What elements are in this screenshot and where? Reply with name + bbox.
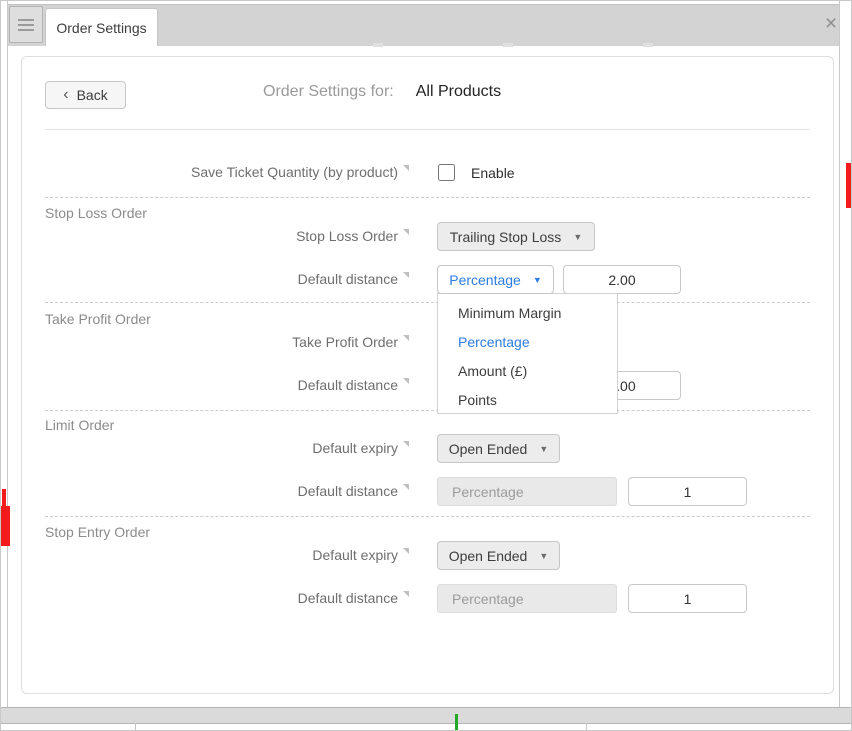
section-title-take-profit: Take Profit Order [45,311,151,327]
back-button-label: Back [77,87,108,103]
stop-loss-distance-input[interactable] [563,265,681,294]
page-title-prefix: Order Settings for: [263,83,394,101]
help-flag-icon [403,165,409,171]
stop-entry-distance-label: Default distance [45,590,409,606]
background-artifact [503,43,513,47]
stop-entry-distance-unit-disabled: Percentage [437,584,617,613]
stop-entry-distance-input[interactable] [628,584,747,613]
window-edge-line [839,1,840,708]
dropdown-option-points[interactable]: Points [438,386,617,415]
background-grid-line [586,723,587,731]
limit-expiry-dropdown[interactable]: Open Ended ▼ [437,434,560,463]
limit-expiry-label: Default expiry [45,440,409,456]
help-flag-icon [403,591,409,597]
stop-loss-order-label: Stop Loss Order [45,228,409,244]
chevron-down-icon: ▼ [533,275,542,285]
help-flag-icon [403,378,409,384]
section-divider [45,410,810,411]
enable-checkbox[interactable] [438,164,455,181]
chevron-left-icon: ‹ [63,87,68,103]
background-grid-line [135,723,136,731]
save-ticket-quantity-label: Save Ticket Quantity (by product) [45,164,409,180]
app-window: Order Settings × ‹ Back Order Settings f… [0,0,852,731]
limit-distance-input[interactable] [628,477,747,506]
help-flag-icon [403,272,409,278]
background-green-marker [455,714,458,731]
page-title: Order Settings for: All Products [263,83,501,101]
help-flag-icon [403,229,409,235]
background-red-bar [846,163,851,208]
window-edge-line [7,1,8,708]
stop-entry-expiry-label: Default expiry [45,547,409,563]
stop-loss-type-dropdown[interactable]: Trailing Stop Loss ▼ [437,222,595,251]
help-flag-icon [403,484,409,490]
section-title-limit-order: Limit Order [45,417,114,433]
section-divider [45,516,810,517]
take-profit-order-label: Take Profit Order [45,334,409,350]
help-flag-icon [403,441,409,447]
background-artifact [643,43,653,47]
stop-loss-distance-label: Default distance [45,271,409,287]
enable-label: Enable [471,165,515,181]
dropdown-option-percentage[interactable]: Percentage [438,328,617,357]
horizontal-scrollbar[interactable] [1,707,852,724]
section-title-stop-loss: Stop Loss Order [45,205,147,221]
dropdown-option-minimum-margin[interactable]: Minimum Margin [438,299,617,328]
background-artifact [373,43,383,47]
background-candle-body [1,506,10,546]
menu-button[interactable] [9,6,43,43]
limit-distance-label: Default distance [45,483,409,499]
help-flag-icon [403,548,409,554]
section-divider [45,197,810,198]
distance-unit-dropdown-list: Minimum Margin Percentage Amount (£) Poi… [437,293,618,414]
take-profit-distance-label: Default distance [45,377,409,393]
divider [45,129,810,130]
hamburger-icon [18,19,34,21]
limit-distance-unit-disabled: Percentage [437,477,617,506]
tab-label: Order Settings [56,20,146,36]
page-title-value: All Products [416,83,501,101]
chevron-down-icon: ▼ [539,444,548,454]
section-title-stop-entry: Stop Entry Order [45,524,150,540]
help-flag-icon [403,335,409,341]
close-icon[interactable]: × [819,11,843,37]
stop-entry-expiry-dropdown[interactable]: Open Ended ▼ [437,541,560,570]
chevron-down-icon: ▼ [573,232,582,242]
dropdown-option-amount[interactable]: Amount (£) [438,357,617,386]
stop-loss-distance-unit-dropdown[interactable]: Percentage ▼ [437,265,554,294]
section-divider [45,302,810,303]
chevron-down-icon: ▼ [539,551,548,561]
back-button[interactable]: ‹ Back [45,81,126,109]
tab-order-settings[interactable]: Order Settings [45,8,158,46]
